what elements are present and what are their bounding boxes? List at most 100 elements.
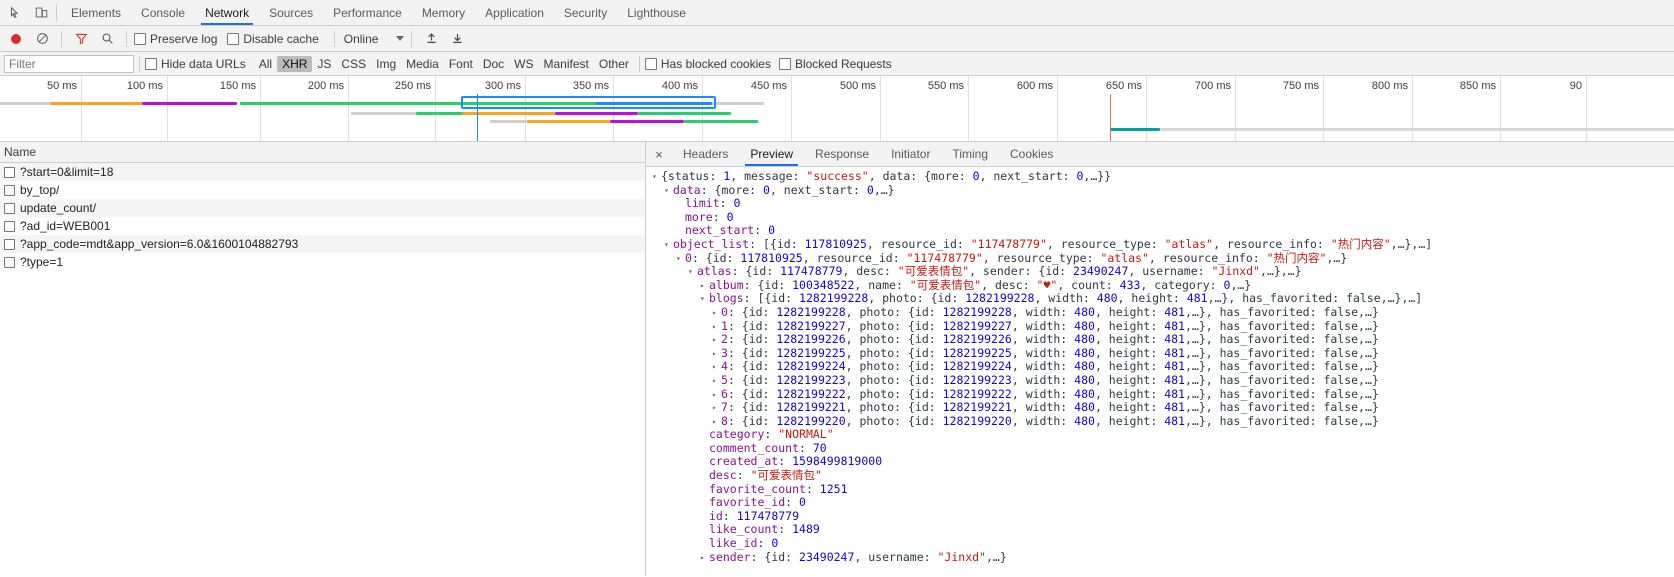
json-tree-row[interactable]: ▾ object_list: [{id: 117810925, resource_… [652,237,1674,252]
type-filter-other[interactable]: Other [594,56,634,72]
collapsed-triangle-icon[interactable]: ▸ [700,279,709,293]
collapsed-triangle-icon[interactable]: ▸ [712,360,721,374]
tab-elements[interactable]: Elements [61,0,131,25]
detail-tab-timing[interactable]: Timing [941,142,999,166]
json-tree-row[interactable]: ▸ sender: {id: 23490247, username: "Jinxd… [652,550,1674,565]
json-tree-row[interactable]: limit: 0 [652,196,1674,211]
json-tree-row[interactable]: ▸ 4: {id: 1282199224, photo: {id: 1282199… [652,360,1674,374]
type-filter-manifest[interactable]: Manifest [539,56,594,72]
expanded-triangle-icon[interactable]: ▾ [700,292,709,306]
tab-lighthouse[interactable]: Lighthouse [617,0,696,25]
table-row[interactable]: ?start=0&limit=18 [0,163,645,181]
type-filter-doc[interactable]: Doc [478,56,509,72]
collapsed-triangle-icon[interactable]: ▸ [712,320,721,334]
collapsed-triangle-icon[interactable]: ▸ [712,415,721,429]
row-checkbox[interactable] [4,202,15,214]
table-row[interactable]: by_top/ [0,181,645,199]
table-row[interactable]: update_count/ [0,199,645,217]
json-tree-row[interactable]: ▸ 3: {id: 1282199225, photo: {id: 1282199… [652,346,1674,361]
json-tree-row[interactable]: ▸ album: {id: 100348522, name: "可爱表情包", d… [652,278,1674,293]
json-tree-row[interactable]: created_at: 1598499819000 [652,455,1674,469]
inspect-element-icon[interactable] [2,0,28,25]
json-tree-row[interactable]: ▾ blogs: [{id: 1282199228, photo: {id: 12… [652,292,1674,306]
json-tree-row[interactable]: ▸ 2: {id: 1282199226, photo: {id: 1282199… [652,332,1674,347]
json-tree-row[interactable]: like_id: 0 [652,536,1674,551]
close-icon[interactable]: × [646,142,672,166]
detail-tab-cookies[interactable]: Cookies [999,142,1064,166]
record-button[interactable] [4,29,28,49]
json-tree-row[interactable]: ▸ 6: {id: 1282199222, photo: {id: 1282199… [652,387,1674,402]
tab-performance[interactable]: Performance [323,0,412,25]
throttling-select[interactable]: Online [344,32,405,46]
json-tree-row[interactable]: comment_count: 70 [652,441,1674,456]
tab-application[interactable]: Application [475,0,554,25]
network-overview-timeline[interactable]: 50 ms 100 ms 150 ms 200 ms 250 ms 300 ms 350 m… [0,76,1674,142]
clear-button[interactable] [30,29,54,49]
json-tree-row[interactable]: id: 117478779 [652,509,1674,524]
type-filter-js[interactable]: JS [312,56,336,72]
preserve-log-checkbox[interactable]: Preserve log [134,32,217,46]
collapsed-triangle-icon[interactable]: ▸ [712,306,721,320]
json-tree-row[interactable]: ▾ 0: {id: 117810925, resource_id: "117478… [652,251,1674,266]
json-tree-row[interactable]: favorite_id: 0 [652,495,1674,510]
search-icon[interactable] [95,29,119,49]
row-checkbox[interactable] [4,238,15,250]
json-tree-row[interactable]: ▸ 8: {id: 1282199220, photo: {id: 1282199… [652,414,1674,429]
expanded-triangle-icon[interactable]: ▾ [676,252,685,266]
collapsed-triangle-icon[interactable]: ▸ [700,551,709,565]
json-tree-row[interactable]: ▸ 7: {id: 1282199221, photo: {id: 1282199… [652,400,1674,415]
hide-data-urls-checkbox[interactable]: Hide data URLs [145,57,246,71]
tab-sources[interactable]: Sources [259,0,323,25]
collapsed-triangle-icon[interactable]: ▸ [712,333,721,347]
type-filter-media[interactable]: Media [401,56,444,72]
collapsed-triangle-icon[interactable]: ▸ [712,388,721,402]
tab-memory[interactable]: Memory [412,0,475,25]
expanded-triangle-icon[interactable]: ▾ [652,170,661,184]
collapsed-triangle-icon[interactable]: ▸ [712,401,721,415]
detail-tab-response[interactable]: Response [804,142,880,166]
detail-tab-headers[interactable]: Headers [672,142,739,166]
type-filter-img[interactable]: Img [371,56,401,72]
json-tree-row[interactable]: ▸ 5: {id: 1282199223, photo: {id: 1282199… [652,373,1674,388]
detail-tab-initiator[interactable]: Initiator [880,142,941,166]
json-tree-row[interactable]: category: "NORMAL" [652,427,1674,442]
type-filter-all[interactable]: All [254,56,277,72]
json-tree-row[interactable]: ▾ {status: 1, message: "success", data: {… [652,169,1674,184]
table-row[interactable]: ?type=1 [0,253,645,271]
blocked-requests-checkbox[interactable]: Blocked Requests [778,57,892,71]
row-checkbox[interactable] [4,166,15,178]
json-tree-row[interactable]: ▾ data: {more: 0, next_start: 0,…} [652,183,1674,198]
json-tree-row[interactable]: desc: "可爱表情包" [652,468,1674,483]
collapsed-triangle-icon[interactable]: ▸ [712,374,721,388]
json-tree-row[interactable]: more: 0 [652,210,1674,225]
json-tree-row[interactable]: next_start: 0 [652,224,1674,238]
json-preview-tree[interactable]: ▾ {status: 1, message: "success", data: {… [646,167,1674,576]
json-tree-row[interactable]: ▾ atlas: {id: 117478779, desc: "可爱表情包", s… [652,264,1674,279]
tab-console[interactable]: Console [131,0,195,25]
type-filter-font[interactable]: Font [444,56,478,72]
row-checkbox[interactable] [4,184,15,196]
table-row[interactable]: ?ad_id=WEB001 [0,217,645,235]
json-tree-row[interactable]: ▸ 1: {id: 1282199227, photo: {id: 1282199… [652,319,1674,334]
device-toolbar-icon[interactable] [28,0,54,25]
type-filter-ws[interactable]: WS [509,56,538,72]
type-filter-css[interactable]: CSS [336,56,371,72]
disable-cache-checkbox[interactable]: Disable cache [227,32,319,46]
detail-tab-preview[interactable]: Preview [739,142,804,166]
expanded-triangle-icon[interactable]: ▾ [664,184,673,198]
import-har-button[interactable] [419,29,443,49]
expanded-triangle-icon[interactable]: ▾ [664,238,673,252]
row-checkbox[interactable] [4,220,15,232]
filter-input[interactable] [4,54,134,73]
tab-security[interactable]: Security [554,0,617,25]
table-row[interactable]: ?app_code=mdt&app_version=6.0&1600104882… [0,235,645,253]
tab-network[interactable]: Network [195,0,259,25]
export-har-button[interactable] [445,29,469,49]
json-tree-row[interactable]: favorite_count: 1251 [652,482,1674,497]
expanded-triangle-icon[interactable]: ▾ [688,265,697,279]
json-tree-row[interactable]: like_count: 1489 [652,523,1674,537]
collapsed-triangle-icon[interactable]: ▸ [712,347,721,361]
filter-icon[interactable] [69,29,93,49]
row-checkbox[interactable] [4,256,15,268]
type-filter-xhr[interactable]: XHR [277,55,313,72]
